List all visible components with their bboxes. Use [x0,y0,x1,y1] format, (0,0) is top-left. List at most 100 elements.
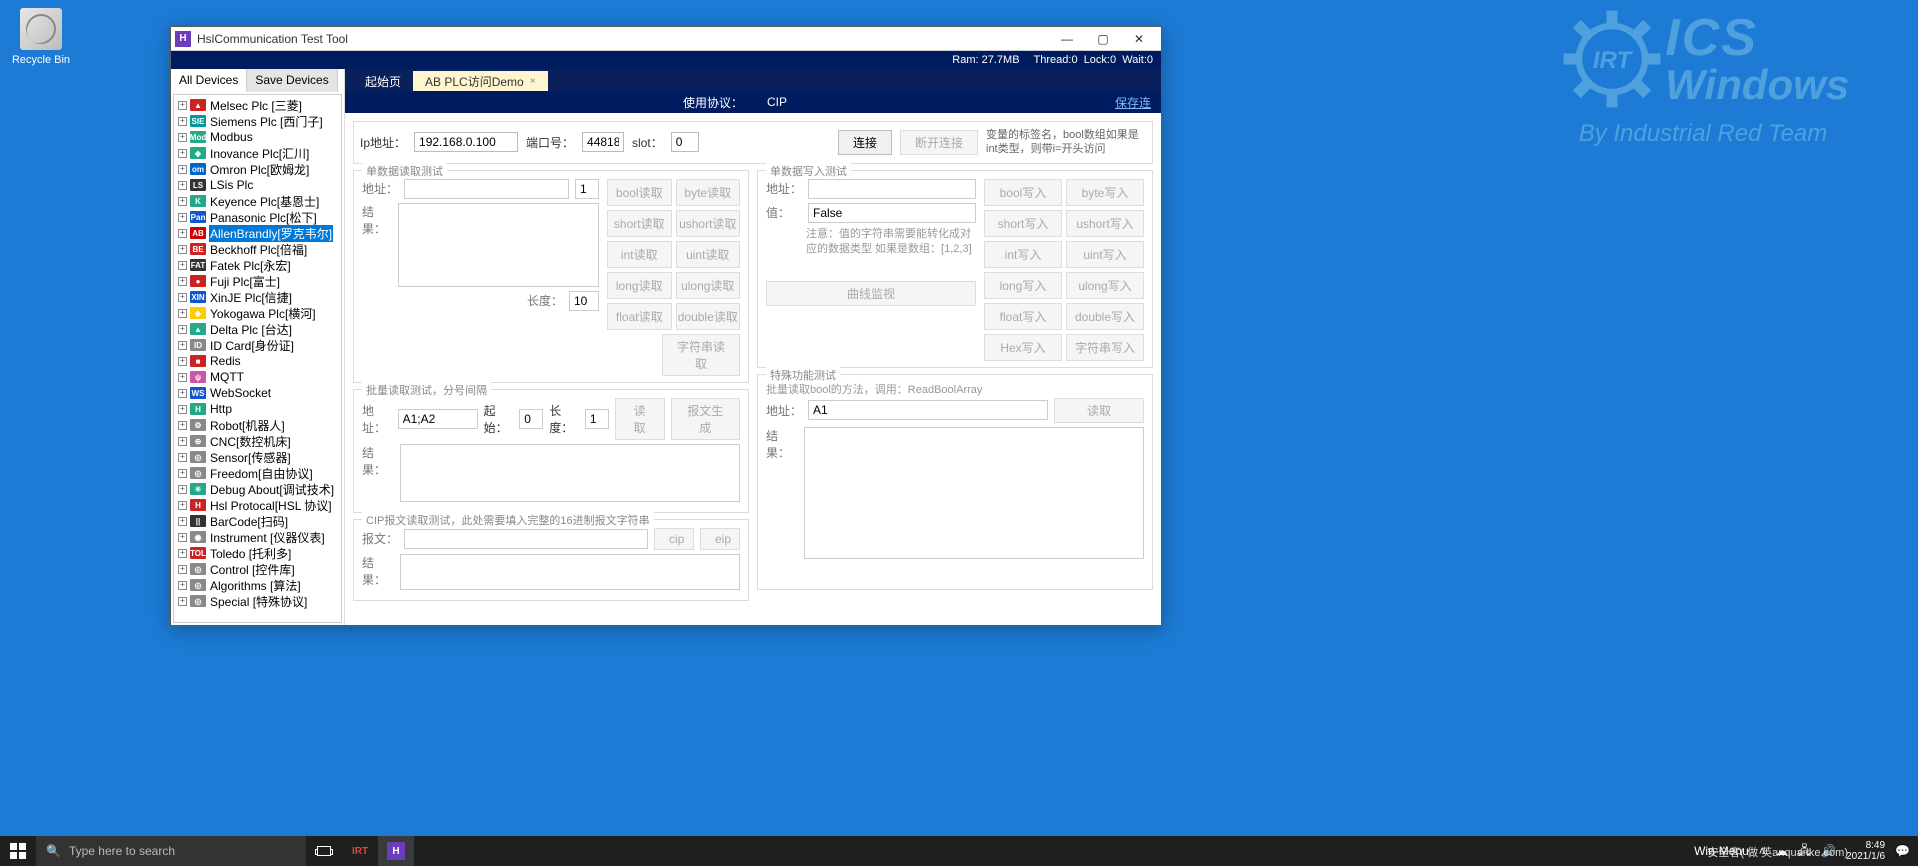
expand-icon[interactable]: + [178,565,187,574]
read-type-button[interactable]: bool读取 [607,179,672,206]
sw-addr-input[interactable] [808,179,976,199]
write-type-button[interactable]: uint写入 [1066,241,1144,268]
taskbar-app-hsl[interactable]: H [378,836,414,866]
read-type-button[interactable]: short读取 [607,210,672,237]
tree-item[interactable]: +XINXinJE Plc[信捷] [174,289,341,305]
start-button[interactable] [0,836,36,866]
titlebar[interactable]: H HslCommunication Test Tool — ▢ ✕ [171,27,1161,51]
write-type-button[interactable]: 字符串写入 [1066,334,1144,361]
tray-cloud-icon[interactable]: ☁ [1776,844,1788,858]
expand-icon[interactable]: + [178,245,187,254]
tab-start-page[interactable]: 起始页 [353,71,413,91]
tree-item[interactable]: +▲Delta Plc [台达] [174,321,341,337]
close-button[interactable]: ✕ [1121,29,1157,49]
tab-ab-plc[interactable]: AB PLC访问Demo × [413,71,548,91]
expand-icon[interactable]: + [178,389,187,398]
br-addr-input[interactable] [398,409,478,429]
tree-item[interactable]: +⚙Robot[机器人] [174,417,341,433]
write-type-button[interactable]: float写入 [984,303,1062,330]
tree-item[interactable]: +◎Control [控件库] [174,561,341,577]
task-view-button[interactable] [306,836,342,866]
tree-item[interactable]: +BEBeckhoff Plc[倍福] [174,241,341,257]
tree-item[interactable]: +ABAllenBrandly[罗克韦尔] [174,225,341,241]
read-type-button[interactable]: double读取 [676,303,741,330]
write-type-button[interactable]: byte写入 [1066,179,1144,206]
disconnect-button[interactable]: 断开连接 [900,130,978,155]
tree-item[interactable]: +◎Freedom[自由协议] [174,465,341,481]
tree-item[interactable]: +■Redis [174,353,341,369]
port-input[interactable] [582,132,624,152]
recycle-bin[interactable]: Recycle Bin [6,8,76,66]
expand-icon[interactable]: + [178,405,187,414]
device-tree[interactable]: +▲Melsec Plc [三菱]+SIESiemens Plc [西门子]+M… [173,94,342,623]
tree-item[interactable]: +PanPanasonic Plc[松下] [174,209,341,225]
expand-icon[interactable]: + [178,197,187,206]
tree-item[interactable]: +HHttp [174,401,341,417]
expand-icon[interactable]: + [178,213,187,222]
expand-icon[interactable]: + [178,485,187,494]
sr-addr-input[interactable] [404,179,569,199]
expand-icon[interactable]: + [178,181,187,190]
taskbar-app-1[interactable]: IRT [342,836,378,866]
tray-volume-icon[interactable]: 🔊 [1821,844,1836,858]
write-type-button[interactable]: long写入 [984,272,1062,299]
tree-item[interactable]: +●Fuji Plc[富士] [174,273,341,289]
expand-icon[interactable]: + [178,133,187,142]
sr-len-input[interactable] [569,291,599,311]
sr-count-input[interactable] [575,179,599,199]
search-box[interactable]: 🔍 Type here to search [36,836,306,866]
read-type-button[interactable]: ulong读取 [676,272,741,299]
write-type-button[interactable]: short写入 [984,210,1062,237]
tree-item[interactable]: +ψMQTT [174,369,341,385]
cip-result[interactable] [400,554,740,590]
clock[interactable]: 8:49 2021/1/6 [1846,840,1885,862]
maximize-button[interactable]: ▢ [1085,29,1121,49]
expand-icon[interactable]: + [178,325,187,334]
slot-input[interactable] [671,132,699,152]
expand-icon[interactable]: + [178,469,187,478]
save-connection-link[interactable]: 保存连 [1115,94,1151,111]
minimize-button[interactable]: — [1049,29,1085,49]
tree-item[interactable]: +⊕CNC[数控机床] [174,433,341,449]
notifications-button[interactable]: 💬 [1895,844,1910,858]
expand-icon[interactable]: + [178,453,187,462]
write-type-button[interactable]: int写入 [984,241,1062,268]
sw-val-input[interactable] [808,203,976,223]
tree-item[interactable]: +◈Inovance Plc[汇川] [174,145,341,161]
expand-icon[interactable]: + [178,165,187,174]
tree-item[interactable]: +KKeyence Plc[基恩士] [174,193,341,209]
tree-item[interactable]: +LSLSis Plc [174,177,341,193]
expand-icon[interactable]: + [178,421,187,430]
curve-monitor-button[interactable]: 曲线监视 [766,281,976,306]
read-type-button[interactable]: uint读取 [676,241,741,268]
tree-item[interactable]: +SIESiemens Plc [西门子] [174,113,341,129]
expand-icon[interactable]: + [178,341,187,350]
close-icon[interactable]: × [530,76,536,87]
expand-icon[interactable]: + [178,101,187,110]
write-type-button[interactable]: double写入 [1066,303,1144,330]
read-type-button[interactable]: float读取 [607,303,672,330]
expand-icon[interactable]: + [178,549,187,558]
expand-icon[interactable]: + [178,373,187,382]
tree-item[interactable]: +WSWebSocket [174,385,341,401]
br-gen-button[interactable]: 报文生成 [671,398,740,440]
expand-icon[interactable]: + [178,357,187,366]
br-read-button[interactable]: 读取 [615,398,665,440]
tree-item[interactable]: +omOmron Plc[欧姆龙] [174,161,341,177]
expand-icon[interactable]: + [178,117,187,126]
sr-result[interactable] [398,203,599,287]
cip-button[interactable]: cip [654,528,694,550]
tree-item[interactable]: +◎Special [特殊协议] [174,593,341,609]
br-result[interactable] [400,444,740,502]
tray-up-icon[interactable]: ˄ [1759,844,1766,858]
cip-msg-input[interactable] [404,529,648,549]
tree-item[interactable]: +TOLToledo [托利多] [174,545,341,561]
expand-icon[interactable]: + [178,261,187,270]
expand-icon[interactable]: + [178,501,187,510]
expand-icon[interactable]: + [178,533,187,542]
tree-item[interactable]: +◎Sensor[传感器] [174,449,341,465]
br-len-input[interactable] [585,409,609,429]
expand-icon[interactable]: + [178,277,187,286]
tab-save-devices[interactable]: Save Devices [247,69,337,92]
expand-icon[interactable]: + [178,309,187,318]
